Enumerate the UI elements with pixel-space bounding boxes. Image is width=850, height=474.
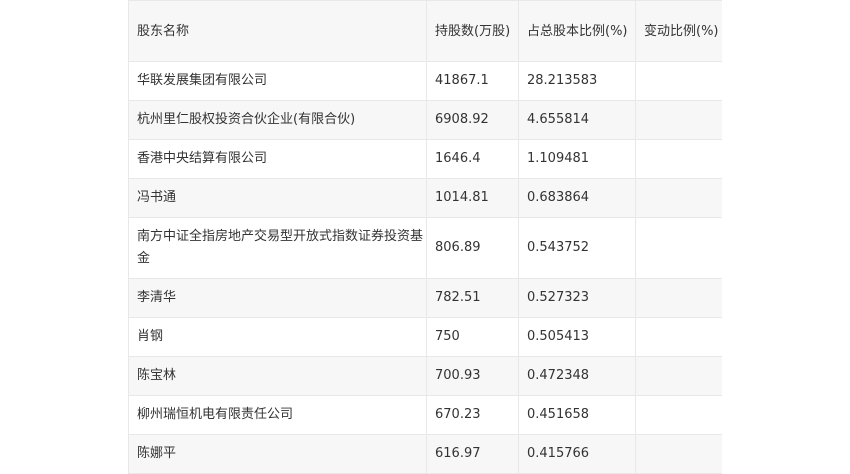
- cell-shares: 616.97: [426, 434, 519, 474]
- cell-share-ratio: 0.415766: [518, 434, 636, 474]
- cell-change-ratio: [635, 278, 722, 318]
- cell-share-ratio: 0.683864: [518, 178, 636, 218]
- cell-change-ratio: [635, 100, 722, 140]
- cell-share-ratio: 1.109481: [518, 139, 636, 179]
- cell-share-ratio: 28.213583: [518, 61, 636, 101]
- cell-shareholder-name: 香港中央结算有限公司: [128, 139, 427, 179]
- cell-change-ratio: [635, 395, 722, 435]
- table-row: 南方中证全指房地产交易型开放式指数证券投资基金 806.89 0.543752: [128, 217, 722, 279]
- cell-change-ratio: [635, 217, 722, 279]
- table-row: 陈娜平 616.97 0.415766: [128, 434, 722, 474]
- shareholder-table-container: 股东名称 持股数(万股) 占总股本比例(%) 变动比例(%) 华联发展集团有限公…: [128, 0, 722, 474]
- cell-change-ratio: [635, 317, 722, 357]
- table-row: 香港中央结算有限公司 1646.4 1.109481: [128, 139, 722, 179]
- cell-share-ratio: 0.472348: [518, 356, 636, 396]
- cell-shares: 806.89: [426, 217, 519, 279]
- shareholder-table: 股东名称 持股数(万股) 占总股本比例(%) 变动比例(%) 华联发展集团有限公…: [128, 0, 722, 474]
- cell-change-ratio: [635, 434, 722, 474]
- cell-shares: 700.93: [426, 356, 519, 396]
- cell-shares: 782.51: [426, 278, 519, 318]
- header-share-ratio: 占总股本比例(%): [518, 0, 636, 62]
- cell-shareholder-name: 华联发展集团有限公司: [128, 61, 427, 101]
- cell-change-ratio: [635, 139, 722, 179]
- cell-shares: 670.23: [426, 395, 519, 435]
- cell-shares: 41867.1: [426, 61, 519, 101]
- cell-shareholder-name: 南方中证全指房地产交易型开放式指数证券投资基金: [128, 217, 427, 279]
- header-shares: 持股数(万股): [426, 0, 519, 62]
- cell-share-ratio: 0.505413: [518, 317, 636, 357]
- cell-shareholder-name: 陈娜平: [128, 434, 427, 474]
- table-row: 李清华 782.51 0.527323: [128, 278, 722, 318]
- cell-shares: 1014.81: [426, 178, 519, 218]
- table-header-row: 股东名称 持股数(万股) 占总股本比例(%) 变动比例(%): [128, 0, 722, 62]
- header-change-ratio: 变动比例(%): [635, 0, 722, 62]
- cell-shareholder-name: 冯书通: [128, 178, 427, 218]
- table-row: 杭州里仁股权投资合伙企业(有限合伙) 6908.92 4.655814: [128, 100, 722, 140]
- cell-change-ratio: [635, 356, 722, 396]
- table-row: 冯书通 1014.81 0.683864: [128, 178, 722, 218]
- cell-share-ratio: 0.527323: [518, 278, 636, 318]
- cell-shareholder-name: 肖钢: [128, 317, 427, 357]
- cell-share-ratio: 0.543752: [518, 217, 636, 279]
- cell-shares: 750: [426, 317, 519, 357]
- table-row: 肖钢 750 0.505413: [128, 317, 722, 357]
- table-row: 陈宝林 700.93 0.472348: [128, 356, 722, 396]
- cell-shareholder-name: 杭州里仁股权投资合伙企业(有限合伙): [128, 100, 427, 140]
- cell-change-ratio: [635, 61, 722, 101]
- cell-shares: 1646.4: [426, 139, 519, 179]
- cell-shareholder-name: 李清华: [128, 278, 427, 318]
- cell-share-ratio: 0.451658: [518, 395, 636, 435]
- cell-share-ratio: 4.655814: [518, 100, 636, 140]
- table-row: 柳州瑞恒机电有限责任公司 670.23 0.451658: [128, 395, 722, 435]
- cell-shareholder-name: 陈宝林: [128, 356, 427, 396]
- header-shareholder-name: 股东名称: [128, 0, 427, 62]
- cell-change-ratio: [635, 178, 722, 218]
- cell-shares: 6908.92: [426, 100, 519, 140]
- cell-shareholder-name: 柳州瑞恒机电有限责任公司: [128, 395, 427, 435]
- table-row: 华联发展集团有限公司 41867.1 28.213583: [128, 61, 722, 101]
